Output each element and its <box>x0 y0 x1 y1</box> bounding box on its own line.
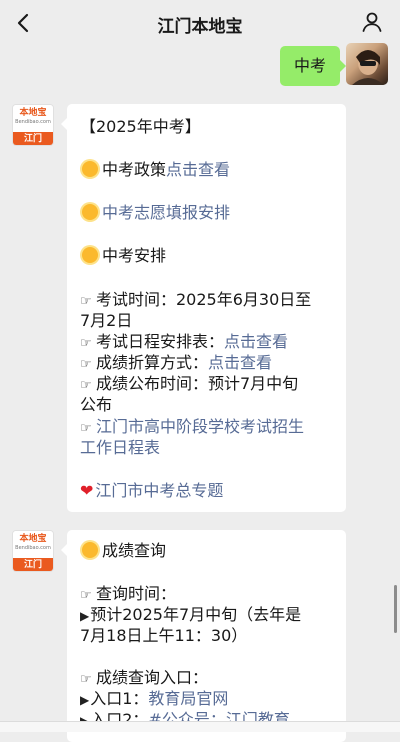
special-row: ❤ 江门市中考总专题 <box>80 480 338 501</box>
sun-icon <box>82 542 98 558</box>
chat-title: 江门本地宝 <box>157 17 243 37</box>
scrollbar[interactable] <box>394 585 397 633</box>
pointing-hand-icon: ☞ <box>80 588 92 603</box>
policy-label: 中考政策 <box>102 160 167 179</box>
triangle-icon: ▶ <box>80 609 90 623</box>
entry1-link[interactable]: 教育局官网 <box>148 689 228 708</box>
score-heading-row: 成绩查询 <box>80 540 338 561</box>
score-heading: 成绩查询 <box>102 541 167 560</box>
entry-label: 成绩查询入口： <box>96 668 209 687</box>
self-message-text: 中考 <box>293 56 326 75</box>
highschool-row: ☞ 江门市高中阶段学校考试招生 <box>80 416 338 439</box>
sun-icon <box>82 204 98 220</box>
schedule-table-row: ☞ 考试日程安排表：点击查看 <box>80 331 338 354</box>
exam-time-text: 考试时间：2025年6月30日至 <box>96 290 312 309</box>
volunteer-link[interactable]: 中考志愿填报安排 <box>102 203 230 222</box>
pointing-hand-icon: ☞ <box>80 378 92 393</box>
message-card-score: 成绩查询 ☞ 查询时间： ▶预计2025年7月中旬（去年是 7月18日上午11：3… <box>61 530 346 742</box>
query-time-label: 查询时间： <box>96 584 177 603</box>
self-message-bubble[interactable]: 中考 <box>279 46 347 86</box>
exam-time-cont: 7月2日 <box>80 311 133 330</box>
bot-logo-name: 本地宝 <box>19 108 47 118</box>
sun-icon <box>82 161 98 177</box>
input-bar-edge <box>0 721 400 732</box>
pointing-hand-icon: ☞ <box>80 421 92 436</box>
special-topic-link[interactable]: 江门市中考总专题 <box>95 481 223 500</box>
bot-logo-domain: Bendibao.com <box>15 545 51 551</box>
query-time-detail: ▶预计2025年7月中旬（去年是 <box>80 604 338 627</box>
bot-logo-city: 江门 <box>13 558 53 571</box>
pointing-hand-icon: ☞ <box>80 294 92 309</box>
triangle-icon: ▶ <box>80 693 90 707</box>
pointing-hand-icon: ☞ <box>80 336 92 351</box>
schedule-row: 中考安排 <box>80 245 338 266</box>
self-avatar-image <box>352 50 384 85</box>
query-time-row: ☞ 查询时间： <box>80 583 338 606</box>
bot-logo-top: 本地宝 Bendibao.com <box>13 531 53 558</box>
query-time-cont: 7月18日上午11：30） <box>80 626 248 645</box>
schedule-label: 中考安排 <box>102 246 167 265</box>
top-bar: 江门本地宝 <box>0 0 400 46</box>
entry-row: ☞ 成绩查询入口： <box>80 667 338 690</box>
sun-icon <box>82 247 98 263</box>
score-method-row: ☞ 成绩折算方式：点击查看 <box>80 352 338 375</box>
bot-logo-domain: Bendibao.com <box>15 119 51 125</box>
publish-time-text: 成绩公布时间：预计7月中旬 <box>96 374 299 393</box>
bot-avatar[interactable]: 本地宝 Bendibao.com 江门 <box>12 530 54 572</box>
heart-icon: ❤ <box>80 481 94 500</box>
score-method-label: 成绩折算方式： <box>96 353 209 372</box>
pointing-hand-icon: ☞ <box>80 357 92 372</box>
entry1-label: 入口1： <box>90 689 149 708</box>
policy-row: 中考政策点击查看 <box>80 159 338 180</box>
schedule-table-link[interactable]: 点击查看 <box>224 332 288 351</box>
highschool-link[interactable]: 江门市高中阶段学校考试招生 <box>96 417 304 436</box>
schedule-table-label: 考试日程安排表： <box>96 332 225 351</box>
message-card-exam: 【2025年中考】 中考政策点击查看 中考志愿填报安排 中考安排 ☞ 考试时间：2… <box>61 104 346 512</box>
card-heading: 【2025年中考】 <box>80 117 201 136</box>
bot-logo-city: 江门 <box>13 132 53 145</box>
policy-link[interactable]: 点击查看 <box>166 160 230 179</box>
query-time-text: 预计2025年7月中旬（去年是 <box>90 605 302 624</box>
pointing-hand-icon: ☞ <box>80 672 92 687</box>
person-icon[interactable] <box>360 10 384 34</box>
bot-avatar[interactable]: 本地宝 Bendibao.com 江门 <box>12 104 54 146</box>
self-avatar[interactable] <box>346 43 388 85</box>
publish-time-cont: 公布 <box>80 395 113 414</box>
highschool-link-cont[interactable]: 工作日程表 <box>80 437 338 458</box>
exam-time-row: ☞ 考试时间：2025年6月30日至 <box>80 289 338 312</box>
publish-time-row: ☞ 成绩公布时间：预计7月中旬 <box>80 373 338 396</box>
bot-logo-top: 本地宝 Bendibao.com <box>13 105 53 132</box>
entry1-row: ▶入口1：教育局官网 <box>80 688 338 711</box>
volunteer-row: 中考志愿填报安排 <box>80 202 338 223</box>
bot-logo-name: 本地宝 <box>19 534 47 544</box>
score-method-link[interactable]: 点击查看 <box>208 353 272 372</box>
